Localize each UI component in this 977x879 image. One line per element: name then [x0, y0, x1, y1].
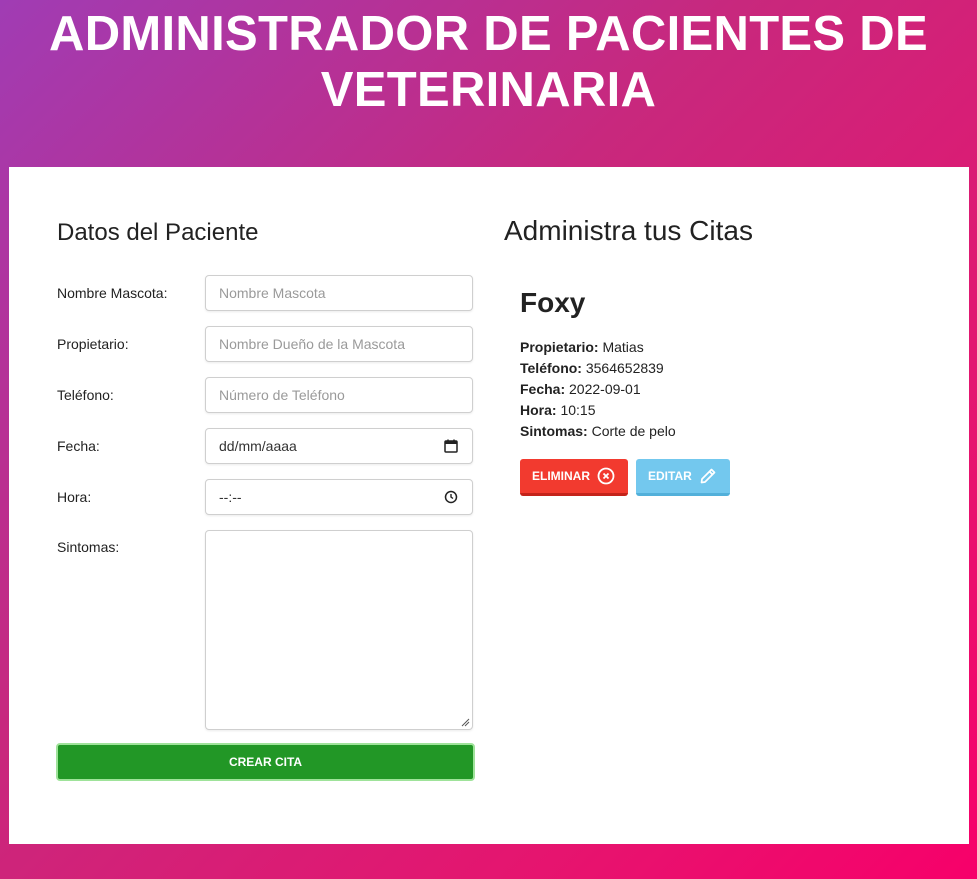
symptoms-detail-label: Sintomas:: [520, 423, 588, 439]
edit-button[interactable]: EDITAR: [636, 459, 730, 496]
symptoms-textarea[interactable]: [205, 530, 473, 730]
date-label: Fecha:: [57, 438, 100, 454]
page-title-line1: ADMINISTRADOR DE PACIENTES DE: [49, 7, 928, 61]
appointment-pet-name: Foxy: [520, 287, 586, 318]
appointment-symptoms: Sintomas: Corte de pelo: [520, 421, 920, 442]
appointment-actions: ELIMINAR EDITAR: [520, 459, 920, 497]
resize-grip-icon[interactable]: [461, 718, 470, 727]
phone-label: Teléfono:: [57, 387, 114, 403]
symptoms-detail-value: Corte de pelo: [591, 423, 676, 439]
date-input[interactable]: dd/mm/aaaa: [205, 428, 473, 464]
page-title-line2: VETERINARIA: [320, 63, 657, 117]
phone-detail-value: 3564652839: [585, 360, 664, 376]
symptoms-label: Sintomas:: [57, 539, 120, 555]
time-detail-value: 10:15: [560, 402, 596, 418]
form-title: Datos del Paciente: [57, 219, 259, 246]
clock-icon[interactable]: [444, 490, 458, 504]
appointment-date: Fecha: 2022-09-01: [520, 379, 920, 400]
phone-input[interactable]: Número de Teléfono: [205, 377, 473, 413]
pet-name-input[interactable]: Nombre Mascota: [205, 275, 473, 311]
main-panel: Datos del Paciente Nombre Mascota: Nombr…: [9, 167, 969, 844]
close-circle-icon: [597, 467, 615, 485]
pet-name-label: Nombre Mascota:: [57, 285, 168, 301]
appointment-phone: Teléfono: 3564652839: [520, 358, 920, 379]
date-detail-label: Fecha:: [520, 381, 566, 397]
time-input-value: --:--: [219, 489, 242, 505]
date-detail-value: 2022-09-01: [569, 381, 641, 397]
owner-label: Propietario:: [57, 336, 129, 352]
delete-button-label: ELIMINAR: [532, 468, 590, 483]
appointment-card: Foxy Propietario: Matias Teléfono: 35646…: [520, 287, 920, 497]
delete-button[interactable]: ELIMINAR: [520, 459, 628, 496]
phone-detail-label: Teléfono:: [520, 360, 582, 376]
time-label: Hora:: [57, 489, 92, 505]
page-title: ADMINISTRADOR DE PACIENTES DE VETERINARI…: [0, 6, 977, 118]
edit-button-label: EDITAR: [648, 468, 692, 483]
calendar-icon[interactable]: [444, 439, 458, 453]
owner-detail-label: Propietario:: [520, 339, 599, 355]
owner-detail-value: Matias: [602, 339, 644, 355]
appointment-time: Hora: 10:15: [520, 400, 920, 421]
pencil-icon: [700, 468, 716, 484]
create-appointment-button[interactable]: CREAR CITA: [56, 743, 475, 781]
appointments-title: Administra tus Citas: [504, 215, 753, 246]
date-input-value: dd/mm/aaaa: [219, 438, 297, 454]
appointment-owner: Propietario: Matias: [520, 337, 920, 358]
time-detail-label: Hora:: [520, 402, 557, 418]
time-input[interactable]: --:--: [205, 479, 473, 515]
owner-input[interactable]: Nombre Dueño de la Mascota: [205, 326, 473, 362]
